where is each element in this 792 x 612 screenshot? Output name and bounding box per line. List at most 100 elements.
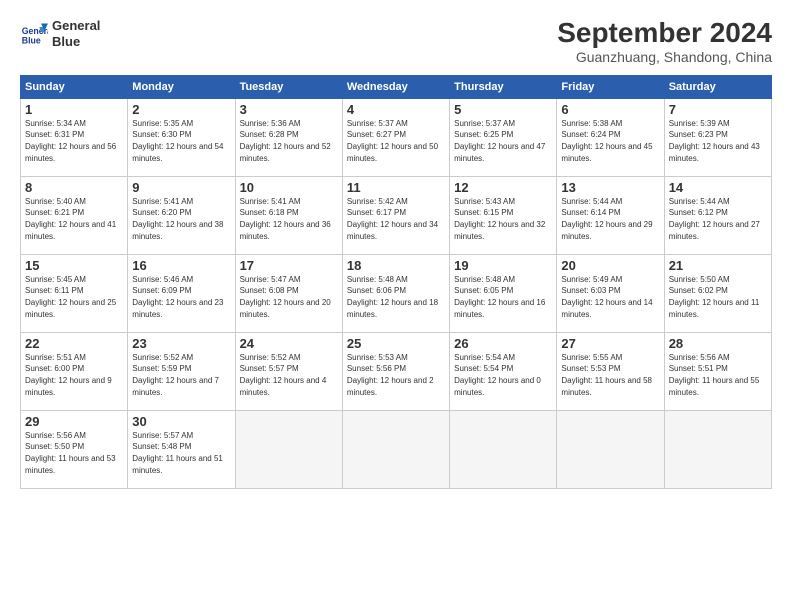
day-info: Sunrise: 5:46 AMSunset: 6:09 PMDaylight:… [132,274,230,320]
col-saturday: Saturday [664,75,771,98]
day-info: Sunrise: 5:34 AMSunset: 6:31 PMDaylight:… [25,118,123,164]
table-row: 26Sunrise: 5:54 AMSunset: 5:54 PMDayligh… [450,332,557,410]
day-info: Sunrise: 5:50 AMSunset: 6:02 PMDaylight:… [669,274,767,320]
day-info: Sunrise: 5:44 AMSunset: 6:12 PMDaylight:… [669,196,767,242]
col-thursday: Thursday [450,75,557,98]
month-title: September 2024 [557,18,772,49]
day-info: Sunrise: 5:55 AMSunset: 5:53 PMDaylight:… [561,352,659,398]
day-info: Sunrise: 5:48 AMSunset: 6:06 PMDaylight:… [347,274,445,320]
col-sunday: Sunday [21,75,128,98]
svg-text:Blue: Blue [22,35,41,45]
day-info: Sunrise: 5:36 AMSunset: 6:28 PMDaylight:… [240,118,338,164]
day-info: Sunrise: 5:39 AMSunset: 6:23 PMDaylight:… [669,118,767,164]
table-row: 1Sunrise: 5:34 AMSunset: 6:31 PMDaylight… [21,98,128,176]
col-wednesday: Wednesday [342,75,449,98]
table-row: 9Sunrise: 5:41 AMSunset: 6:20 PMDaylight… [128,176,235,254]
table-row: 18Sunrise: 5:48 AMSunset: 6:06 PMDayligh… [342,254,449,332]
day-number: 4 [347,102,445,117]
day-number: 16 [132,258,230,273]
title-block: September 2024 Guanzhuang, Shandong, Chi… [557,18,772,65]
table-row: 3Sunrise: 5:36 AMSunset: 6:28 PMDaylight… [235,98,342,176]
day-number: 30 [132,414,230,429]
day-info: Sunrise: 5:56 AMSunset: 5:50 PMDaylight:… [25,430,123,476]
table-row: 17Sunrise: 5:47 AMSunset: 6:08 PMDayligh… [235,254,342,332]
table-row: 21Sunrise: 5:50 AMSunset: 6:02 PMDayligh… [664,254,771,332]
day-number: 9 [132,180,230,195]
day-number: 24 [240,336,338,351]
table-row: 22Sunrise: 5:51 AMSunset: 6:00 PMDayligh… [21,332,128,410]
day-info: Sunrise: 5:52 AMSunset: 5:57 PMDaylight:… [240,352,338,398]
day-info: Sunrise: 5:56 AMSunset: 5:51 PMDaylight:… [669,352,767,398]
day-number: 22 [25,336,123,351]
table-row: 29Sunrise: 5:56 AMSunset: 5:50 PMDayligh… [21,410,128,488]
table-row: 11Sunrise: 5:42 AMSunset: 6:17 PMDayligh… [342,176,449,254]
table-row: 19Sunrise: 5:48 AMSunset: 6:05 PMDayligh… [450,254,557,332]
day-number: 8 [25,180,123,195]
table-row: 27Sunrise: 5:55 AMSunset: 5:53 PMDayligh… [557,332,664,410]
day-info: Sunrise: 5:38 AMSunset: 6:24 PMDaylight:… [561,118,659,164]
day-number: 18 [347,258,445,273]
day-info: Sunrise: 5:45 AMSunset: 6:11 PMDaylight:… [25,274,123,320]
day-info: Sunrise: 5:37 AMSunset: 6:27 PMDaylight:… [347,118,445,164]
day-number: 7 [669,102,767,117]
day-number: 14 [669,180,767,195]
table-row: 6Sunrise: 5:38 AMSunset: 6:24 PMDaylight… [557,98,664,176]
table-row: 2Sunrise: 5:35 AMSunset: 6:30 PMDaylight… [128,98,235,176]
table-row: 25Sunrise: 5:53 AMSunset: 5:56 PMDayligh… [342,332,449,410]
table-row: 12Sunrise: 5:43 AMSunset: 6:15 PMDayligh… [450,176,557,254]
logo-name: GeneralBlue [52,18,100,49]
col-monday: Monday [128,75,235,98]
col-friday: Friday [557,75,664,98]
table-row: 8Sunrise: 5:40 AMSunset: 6:21 PMDaylight… [21,176,128,254]
day-number: 3 [240,102,338,117]
day-number: 5 [454,102,552,117]
table-row: 20Sunrise: 5:49 AMSunset: 6:03 PMDayligh… [557,254,664,332]
table-row [342,410,449,488]
calendar-page: General Blue GeneralBlue September 2024 … [0,0,792,612]
day-info: Sunrise: 5:40 AMSunset: 6:21 PMDaylight:… [25,196,123,242]
day-info: Sunrise: 5:51 AMSunset: 6:00 PMDaylight:… [25,352,123,398]
table-row: 23Sunrise: 5:52 AMSunset: 5:59 PMDayligh… [128,332,235,410]
day-number: 23 [132,336,230,351]
table-row: 28Sunrise: 5:56 AMSunset: 5:51 PMDayligh… [664,332,771,410]
logo-icon: General Blue [20,20,48,48]
day-number: 13 [561,180,659,195]
table-row: 24Sunrise: 5:52 AMSunset: 5:57 PMDayligh… [235,332,342,410]
day-info: Sunrise: 5:54 AMSunset: 5:54 PMDaylight:… [454,352,552,398]
day-info: Sunrise: 5:42 AMSunset: 6:17 PMDaylight:… [347,196,445,242]
day-number: 29 [25,414,123,429]
day-number: 25 [347,336,445,351]
day-number: 26 [454,336,552,351]
day-number: 12 [454,180,552,195]
calendar-table: Sunday Monday Tuesday Wednesday Thursday… [20,75,772,489]
table-row: 5Sunrise: 5:37 AMSunset: 6:25 PMDaylight… [450,98,557,176]
day-info: Sunrise: 5:47 AMSunset: 6:08 PMDaylight:… [240,274,338,320]
day-number: 11 [347,180,445,195]
day-number: 17 [240,258,338,273]
table-row [557,410,664,488]
day-info: Sunrise: 5:57 AMSunset: 5:48 PMDaylight:… [132,430,230,476]
table-row [664,410,771,488]
day-number: 27 [561,336,659,351]
day-number: 1 [25,102,123,117]
day-info: Sunrise: 5:41 AMSunset: 6:18 PMDaylight:… [240,196,338,242]
day-number: 20 [561,258,659,273]
table-row [235,410,342,488]
table-row [450,410,557,488]
col-tuesday: Tuesday [235,75,342,98]
table-row: 13Sunrise: 5:44 AMSunset: 6:14 PMDayligh… [557,176,664,254]
day-number: 19 [454,258,552,273]
day-info: Sunrise: 5:43 AMSunset: 6:15 PMDaylight:… [454,196,552,242]
day-number: 10 [240,180,338,195]
day-info: Sunrise: 5:44 AMSunset: 6:14 PMDaylight:… [561,196,659,242]
day-number: 2 [132,102,230,117]
location-subtitle: Guanzhuang, Shandong, China [557,49,772,65]
day-info: Sunrise: 5:49 AMSunset: 6:03 PMDaylight:… [561,274,659,320]
table-row: 7Sunrise: 5:39 AMSunset: 6:23 PMDaylight… [664,98,771,176]
day-info: Sunrise: 5:35 AMSunset: 6:30 PMDaylight:… [132,118,230,164]
table-row: 15Sunrise: 5:45 AMSunset: 6:11 PMDayligh… [21,254,128,332]
table-row: 10Sunrise: 5:41 AMSunset: 6:18 PMDayligh… [235,176,342,254]
day-number: 28 [669,336,767,351]
header: General Blue GeneralBlue September 2024 … [20,18,772,65]
day-number: 15 [25,258,123,273]
